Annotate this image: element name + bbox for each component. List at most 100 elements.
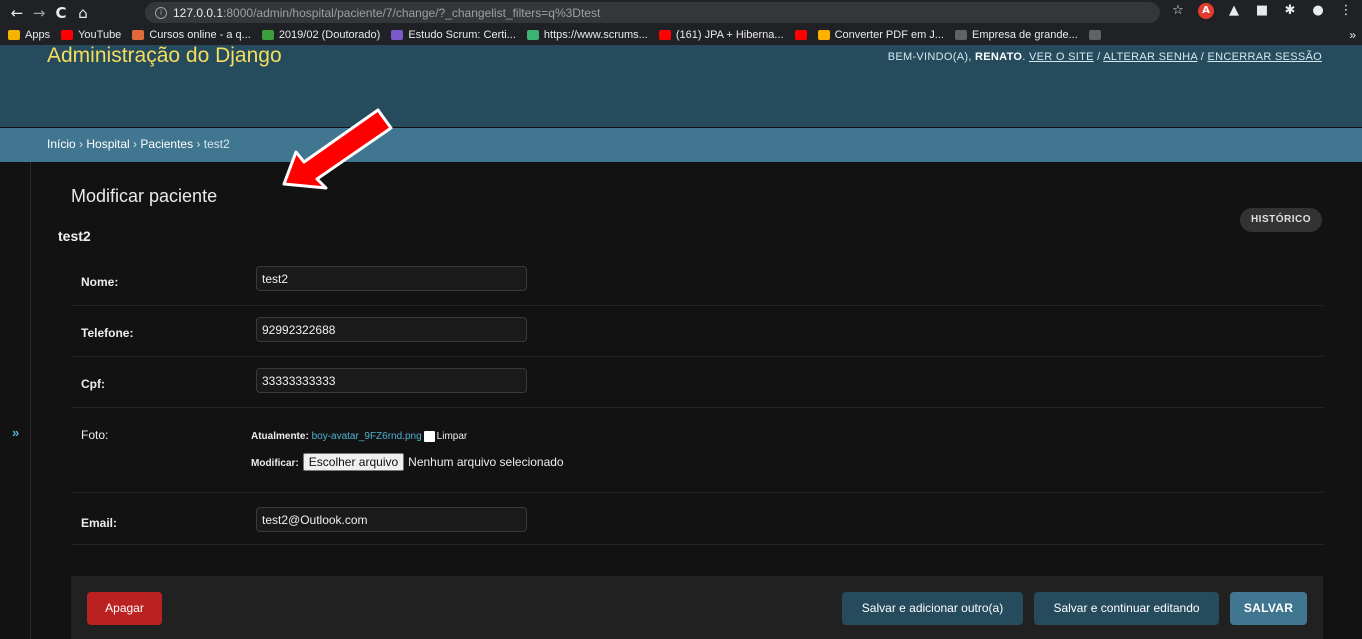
bookmark-label: Apps xyxy=(25,29,51,41)
username: RENATO xyxy=(975,51,1023,63)
adobe-acrobat-icon[interactable]: A xyxy=(1198,3,1214,19)
bookmark-item[interactable] xyxy=(1088,30,1101,40)
email-input[interactable] xyxy=(256,507,527,532)
bookmark-label: Estudo Scrum: Certi... xyxy=(408,29,516,41)
form-row-foto: Foto: Atualmente: boy-avatar_9FZ6rnd.png… xyxy=(71,408,1323,493)
delete-button[interactable]: Apagar xyxy=(87,592,162,625)
drive-icon[interactable]: ▲ xyxy=(1226,3,1242,19)
bookmark-favicon-icon xyxy=(61,30,74,40)
bookmark-label: (161) JPA + Hiberna... xyxy=(675,29,784,41)
bookmark-favicon-icon xyxy=(261,30,274,40)
bookmark-item[interactable]: (161) JPA + Hiberna... xyxy=(658,29,784,41)
bookmark-favicon-icon xyxy=(8,30,20,40)
nome-label: Nome: xyxy=(81,275,119,289)
breadcrumb-model[interactable]: Pacientes xyxy=(140,137,193,151)
expand-sidebar-icon[interactable]: » xyxy=(12,425,19,440)
breadcrumb-sep: › xyxy=(75,137,87,151)
telefone-label: Telefone: xyxy=(81,326,134,340)
save-add-another-button[interactable]: Salvar e adicionar outro(a) xyxy=(842,592,1023,625)
info-icon[interactable]: i xyxy=(155,6,167,19)
change-label: Modificar: xyxy=(251,458,299,469)
bookmark-item[interactable]: Converter PDF em J... xyxy=(817,29,944,41)
bookmark-label: Converter PDF em J... xyxy=(834,29,944,41)
clear-label[interactable]: Limpar xyxy=(437,431,468,442)
nome-input[interactable] xyxy=(256,266,527,291)
clear-checkbox[interactable] xyxy=(423,431,435,442)
breadcrumb-sep: › xyxy=(193,137,204,151)
address-bar[interactable]: i 127.0.0.1:8000/admin/hospital/paciente… xyxy=(145,2,1160,23)
bookmark-item[interactable]: 2019/02 (Doutorado) xyxy=(261,29,381,41)
breadcrumb-home[interactable]: Início xyxy=(47,137,76,151)
current-file-link[interactable]: boy-avatar_9FZ6rnd.png xyxy=(312,431,422,442)
object-name: test2 xyxy=(58,228,91,244)
bookmark-item[interactable] xyxy=(794,30,807,40)
breadcrumb-sep: › xyxy=(129,137,141,151)
reload-icon[interactable]: C xyxy=(50,4,72,22)
current-label: Atualmente: xyxy=(251,431,309,443)
browser-toolbar: ← → C ⌂ i 127.0.0.1:8000/admin/hospital/… xyxy=(0,0,1362,25)
nav-sidebar-toggle[interactable]: » xyxy=(0,162,31,639)
forward-icon[interactable]: → xyxy=(28,4,50,22)
breadcrumb-current: test2 xyxy=(203,137,230,151)
save-continue-button[interactable]: Salvar e continuar editando xyxy=(1034,592,1219,625)
change-password-link[interactable]: ALTERAR SENHA xyxy=(1103,51,1197,63)
email-label: Email: xyxy=(81,516,118,530)
save-button[interactable]: SALVAR xyxy=(1230,592,1307,625)
menu-kebab-icon[interactable]: ⋮ xyxy=(1338,3,1354,19)
url-path: :8000/admin/hospital/paciente/7/change/?… xyxy=(223,5,601,20)
bookmark-label: Empresa de grande... xyxy=(971,29,1078,41)
form-row-nome: Nome: xyxy=(71,256,1323,306)
bookmark-favicon-icon xyxy=(954,30,967,40)
foto-change: Modificar: Escolher arquivo Nenhum arquivo… xyxy=(251,453,564,471)
cpf-input[interactable] xyxy=(256,368,527,393)
extension-box-icon[interactable]: ■ xyxy=(1254,3,1270,19)
bookmark-favicon-icon xyxy=(391,30,404,40)
user-tools: BEM-VINDO(A), RENATO. VER O SITE / ALTER… xyxy=(887,51,1322,63)
bookmark-item[interactable]: https://www.scrums... xyxy=(526,29,648,41)
form-row-telefone: Telefone: xyxy=(71,306,1323,357)
annotation-arrow xyxy=(282,108,393,190)
foto-current: Atualmente: boy-avatar_9FZ6rnd.png Limpar xyxy=(251,431,467,442)
bookmark-star-icon[interactable]: ☆ xyxy=(1170,3,1186,19)
bookmark-item[interactable]: Estudo Scrum: Certi... xyxy=(391,29,516,41)
extensions: ☆ A ▲ ■ ✱ ● ⋮ xyxy=(1170,3,1354,19)
telefone-input[interactable] xyxy=(256,317,527,342)
form-row-cpf: Cpf: xyxy=(71,357,1323,408)
no-file-text: Nenhum arquivo selecionado xyxy=(408,455,564,469)
choose-file-button[interactable]: Escolher arquivo xyxy=(302,453,405,471)
welcome-text: BEM-VINDO(A), xyxy=(887,51,972,63)
back-icon[interactable]: ← xyxy=(6,4,28,22)
bookmarks-overflow-icon[interactable]: » xyxy=(1349,28,1356,42)
bookmark-favicon-icon xyxy=(1088,30,1101,40)
bookmark-label: YouTube xyxy=(78,29,122,41)
cpf-label: Cpf: xyxy=(81,377,105,391)
bookmark-item[interactable]: Cursos online - a q... xyxy=(132,29,251,41)
url-host: 127.0.0.1 xyxy=(173,5,224,20)
bookmark-label: https://www.scrums... xyxy=(543,29,648,41)
home-icon[interactable]: ⌂ xyxy=(72,4,94,22)
bookmark-item[interactable]: Apps xyxy=(8,29,50,41)
breadcrumb: Início › Hospital › Pacientes › test2 xyxy=(0,128,1362,162)
history-button[interactable]: HISTÓRICO xyxy=(1239,208,1322,232)
view-site-link[interactable]: VER O SITE xyxy=(1029,51,1094,63)
form-row-email: Email: xyxy=(71,493,1323,545)
bookmark-favicon-icon xyxy=(132,30,145,40)
bookmark-label: 2019/02 (Doutorado) xyxy=(278,29,381,41)
bookmark-item[interactable]: Empresa de grande... xyxy=(954,29,1078,41)
bookmarks-bar: Apps YouTube Cursos online - a q... 2019/02… xyxy=(0,25,1362,45)
bookmark-item[interactable]: YouTube xyxy=(61,29,121,41)
bookmark-favicon-icon xyxy=(526,30,539,40)
bookmark-favicon-icon xyxy=(658,30,671,40)
logout-link[interactable]: ENCERRAR SESSÃO xyxy=(1207,51,1322,63)
page-title: Modificar paciente xyxy=(71,186,218,206)
submit-row: Apagar Salvar e adicionar outro(a) Salva… xyxy=(71,576,1323,639)
foto-label: Foto: xyxy=(81,428,109,442)
bookmark-favicon-icon xyxy=(794,30,807,40)
content-main: Modificar paciente test2 HISTÓRICO Nome:… xyxy=(31,162,1362,639)
site-branding[interactable]: Administração do Django xyxy=(47,44,282,68)
puzzle-icon[interactable]: ✱ xyxy=(1282,3,1298,19)
bookmark-label: Cursos online - a q... xyxy=(149,29,251,41)
bookmark-favicon-icon xyxy=(817,30,830,40)
breadcrumb-app[interactable]: Hospital xyxy=(86,137,129,151)
profile-avatar-icon[interactable]: ● xyxy=(1310,3,1326,19)
